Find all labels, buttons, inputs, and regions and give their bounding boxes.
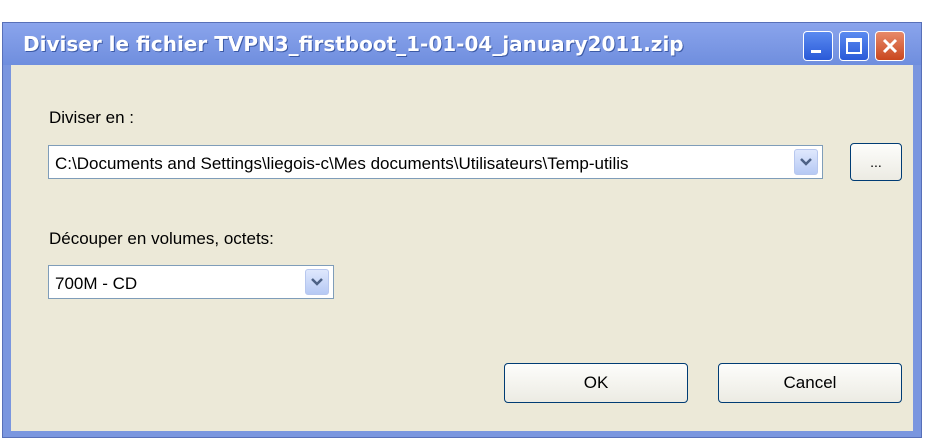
ok-button[interactable]: OK	[504, 363, 688, 403]
split-path-combobox[interactable]: C:\Documents and Settings\liegois-c\Mes …	[48, 145, 823, 179]
volume-size-dropdown-button[interactable]	[305, 269, 329, 295]
dialog-window: Diviser le fichier TVPN3_firstboot_1-01-…	[2, 22, 922, 438]
split-path-dropdown-button[interactable]	[794, 149, 818, 175]
minimize-button[interactable]	[803, 31, 833, 61]
browse-button[interactable]: ...	[850, 143, 902, 181]
maximize-icon	[846, 38, 862, 54]
title-bar[interactable]: Diviser le fichier TVPN3_firstboot_1-01-…	[3, 23, 921, 65]
chevron-down-icon	[800, 158, 812, 166]
maximize-button[interactable]	[839, 31, 869, 61]
cancel-button[interactable]: Cancel	[718, 363, 902, 403]
volume-size-combobox[interactable]: 700M - CD	[48, 265, 334, 299]
close-button[interactable]	[875, 31, 905, 61]
chevron-down-icon	[311, 278, 323, 286]
window-title: Diviser le fichier TVPN3_firstboot_1-01-…	[23, 32, 684, 56]
split-path-value: C:\Documents and Settings\liegois-c\Mes …	[55, 154, 629, 173]
minimize-icon	[811, 50, 821, 53]
split-to-label: Diviser en :	[49, 108, 135, 127]
dialog-body: Diviser en : C:\Documents and Settings\l…	[11, 65, 913, 431]
close-icon	[882, 38, 898, 54]
volumes-label: Découper en volumes, octets:	[49, 229, 274, 248]
volume-size-value: 700M - CD	[55, 274, 138, 293]
